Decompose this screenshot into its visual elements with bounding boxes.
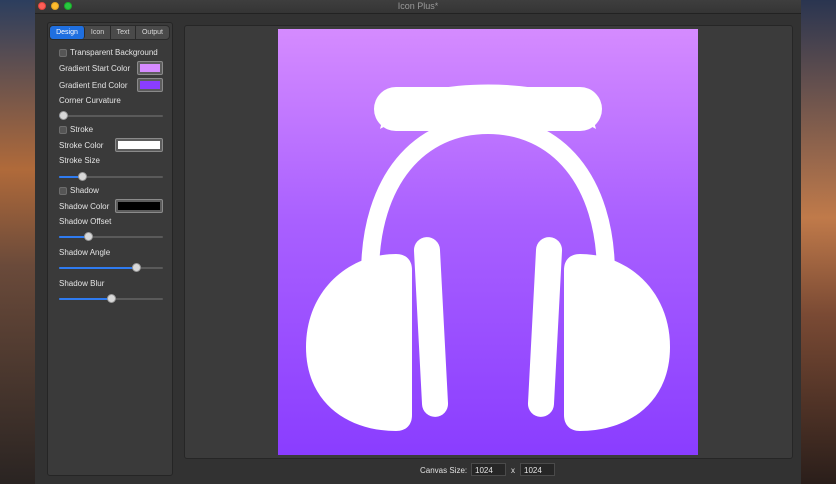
window-title: Icon Plus* [397,1,439,11]
slider-knob[interactable] [84,232,94,241]
shadow-angle-label: Shadow Angle [59,248,111,257]
shadow-checkbox[interactable] [59,186,67,195]
transparent-background-checkbox[interactable] [59,48,67,57]
shadow-offset-slider[interactable] [59,232,163,242]
stroke-label: Stroke [70,125,94,134]
stroke-size-slider[interactable] [59,172,163,182]
gradient-end-row: Gradient End Color [59,81,127,90]
shadow-blur-label: Shadow Blur [59,279,105,288]
tab-design[interactable]: Design [50,26,85,39]
canvas-size-label: Canvas Size: [420,466,468,475]
shadow-angle-slider[interactable] [59,263,163,273]
corner-curvature-row: Corner Curvature [59,96,121,105]
shadow-offset-label: Shadow Offset [59,217,112,226]
tab-icon[interactable]: Icon [85,26,111,39]
slider-knob[interactable] [131,263,141,272]
shadow-offset-row: Shadow Offset [59,217,111,226]
transparent-background-option[interactable]: Transparent Background [59,48,158,57]
shadow-color-row: Shadow Color [59,202,109,211]
shadow-color-label: Shadow Color [59,202,110,211]
gradient-start-color-fill [140,64,160,72]
stroke-size-row: Stroke Size [59,156,100,165]
corner-curvature-slider[interactable] [59,111,163,121]
title-bar: Icon Plus* [35,0,801,14]
desktop-wallpaper-left [0,0,36,484]
shadow-label: Shadow [70,186,99,195]
tab-text[interactable]: Text [111,26,136,39]
canvas-size-separator: x [511,466,515,475]
app-window: Icon Plus* Design Icon Text Output Trans… [35,0,801,484]
canvas-size-bar: Canvas Size: 1024 x 1024 [35,462,801,480]
stroke-option[interactable]: Stroke [59,125,93,134]
stroke-color-label: Stroke Color [59,141,104,150]
gradient-end-color-well[interactable] [137,78,163,92]
stroke-checkbox[interactable] [59,125,67,134]
canvas-height-field[interactable]: 1024 [520,463,555,476]
gradient-end-color-fill [140,81,160,89]
stroke-size-label: Stroke Size [59,156,100,165]
shadow-color-well[interactable] [115,199,163,213]
gradient-start-label: Gradient Start Color [59,64,131,73]
stroke-color-well[interactable] [115,138,163,152]
tab-bar: Design Icon Text Output [49,25,170,40]
slider-knob[interactable] [59,111,69,120]
shadow-angle-row: Shadow Angle [59,248,110,257]
stroke-color-fill [118,141,160,149]
settings-panel: Design Icon Text Output Transparent Back… [47,22,173,476]
gradient-start-color-well[interactable] [137,61,163,75]
slider-track [59,115,163,117]
stroke-color-row: Stroke Color [59,141,103,150]
shadow-blur-row: Shadow Blur [59,279,104,288]
canvas-panel [184,25,793,459]
tab-output[interactable]: Output [136,26,169,39]
headphones-icon [306,84,670,431]
slider-knob[interactable] [107,294,116,303]
gradient-start-row: Gradient Start Color [59,64,130,73]
slider-knob[interactable] [77,172,87,181]
shadow-blur-slider[interactable] [59,294,163,304]
canvas-width-field[interactable]: 1024 [471,463,506,476]
shadow-color-fill [118,202,160,210]
shadow-option[interactable]: Shadow [59,186,99,195]
slider-progress [59,267,136,269]
icon-preview [278,29,698,455]
desktop-wallpaper-right [800,0,836,484]
gradient-end-label: Gradient End Color [59,81,128,90]
transparent-background-label: Transparent Background [70,48,158,57]
slider-progress [59,298,111,300]
corner-curvature-label: Corner Curvature [59,96,121,105]
